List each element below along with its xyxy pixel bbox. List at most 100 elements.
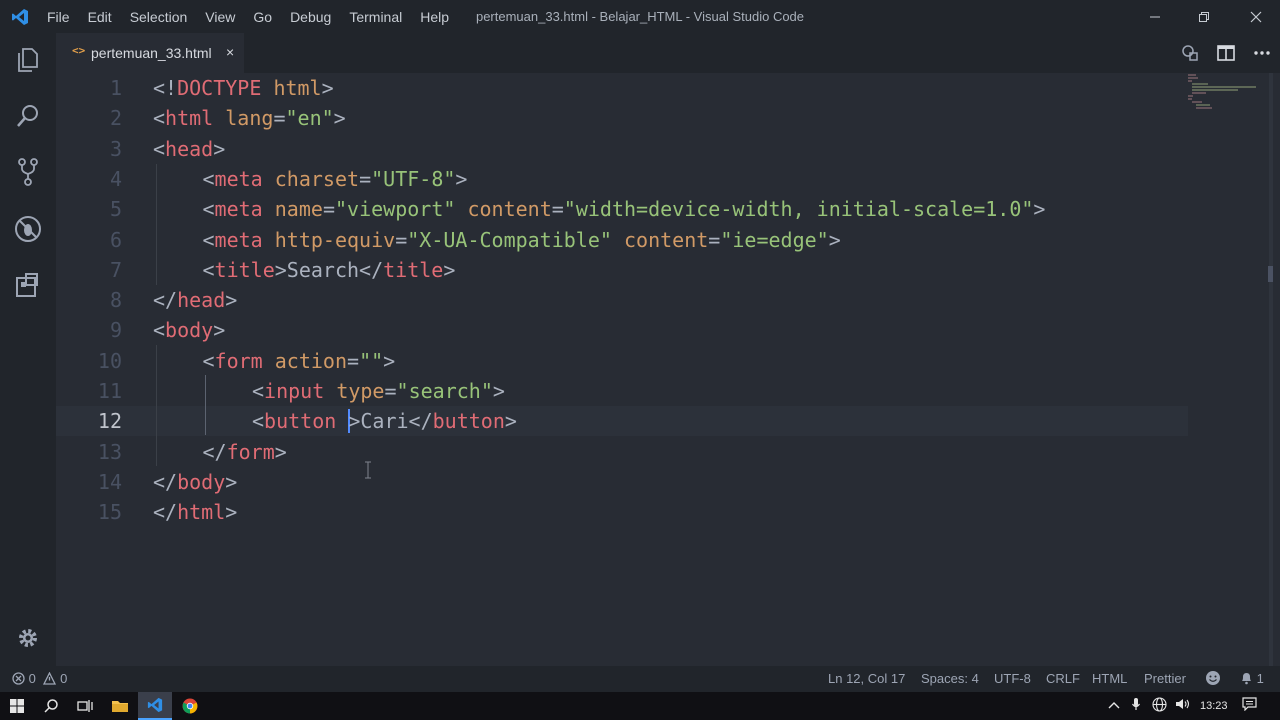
search-view-button[interactable] xyxy=(13,101,43,131)
attribute-name: name xyxy=(274,197,323,221)
punctuation: > xyxy=(213,318,226,342)
attribute-name: http-equiv xyxy=(274,228,396,252)
punctuation: > xyxy=(213,137,226,161)
more-actions-button[interactable] xyxy=(1244,33,1280,73)
restore-button[interactable] xyxy=(1181,0,1227,33)
code-editor[interactable]: 1 <!DOCTYPE html> 2 <html lang="en"> 3 <head>… xyxy=(56,73,1280,666)
code-line[interactable]: 5 <meta name="viewport" content="width=de… xyxy=(56,194,1206,224)
menu-debug[interactable]: Debug xyxy=(281,9,340,25)
code-text: <title>Search</title> xyxy=(203,255,456,285)
punctuation: > xyxy=(274,440,287,464)
extensions-button[interactable] xyxy=(13,270,43,300)
code-text: </html> xyxy=(153,497,237,527)
notification-count: 1 xyxy=(1256,671,1264,686)
tab-pertemuan-33[interactable]: <> pertemuan_33.html × xyxy=(56,33,244,73)
windows-taskbar: 13:23 xyxy=(0,692,1280,720)
problems-indicator[interactable]: 0 0 xyxy=(12,666,67,692)
source-control-button[interactable] xyxy=(13,157,43,187)
punctuation: < xyxy=(252,379,265,403)
clock[interactable]: 13:23 xyxy=(1200,692,1228,720)
tag-name: form xyxy=(226,440,275,464)
code-line[interactable]: 8 </head> xyxy=(56,285,1206,315)
tag-name: html xyxy=(165,106,214,130)
line-number: 10 xyxy=(97,349,122,373)
punctuation: = xyxy=(347,349,360,373)
tag-name: button xyxy=(264,409,337,433)
extensions-icon xyxy=(16,273,38,297)
indentation[interactable]: Spaces: 4 xyxy=(921,666,979,692)
minimap[interactable] xyxy=(1186,73,1266,113)
search-icon xyxy=(44,699,58,713)
debug-button[interactable] xyxy=(13,214,43,244)
tray-overflow-icon[interactable] xyxy=(1108,692,1120,720)
menu-edit[interactable]: Edit xyxy=(79,9,121,25)
vertical-scrollbar[interactable] xyxy=(1269,73,1273,666)
menu-terminal[interactable]: Terminal xyxy=(340,9,411,25)
folder-icon xyxy=(112,701,128,712)
minimize-icon xyxy=(1150,16,1160,17)
tag-name: button xyxy=(432,409,505,433)
line-ending[interactable]: CRLF xyxy=(1046,666,1080,692)
code-line[interactable]: 10 <form action=""> xyxy=(56,346,1206,376)
punctuation xyxy=(324,379,336,403)
cursor-position[interactable]: Ln 12, Col 17 xyxy=(828,666,905,692)
punctuation: > xyxy=(225,288,238,312)
notifications-button[interactable]: 1 xyxy=(1240,666,1264,692)
explorer-button[interactable] xyxy=(13,45,43,75)
chrome-taskbar-button[interactable] xyxy=(173,692,207,720)
code-text: <form action=""> xyxy=(203,346,396,376)
task-view-button[interactable] xyxy=(68,692,102,720)
formatter[interactable]: Prettier xyxy=(1144,666,1186,692)
code-line[interactable]: 15 </html> xyxy=(56,497,1206,527)
tag-name: meta xyxy=(214,197,263,221)
attribute-value: "X-UA-Compatible" xyxy=(407,228,612,252)
taskbar-search-button[interactable] xyxy=(34,692,68,720)
code-line[interactable]: 9 <body> xyxy=(56,315,1206,345)
vscode-taskbar-button[interactable] xyxy=(138,692,172,720)
code-line[interactable]: 4 <meta charset="UTF-8"> xyxy=(56,164,1206,194)
punctuation xyxy=(336,409,348,433)
tab-close-button[interactable]: × xyxy=(226,44,234,60)
indent-guide xyxy=(156,345,157,466)
gear-icon xyxy=(19,629,37,647)
punctuation: < xyxy=(202,349,215,373)
tag-name: body xyxy=(177,470,226,494)
start-button[interactable] xyxy=(0,692,34,720)
minimize-button[interactable] xyxy=(1132,0,1178,33)
split-editor-button[interactable] xyxy=(1208,33,1244,73)
code-line[interactable]: 13 </form> xyxy=(56,437,1206,467)
tag-name: title xyxy=(383,258,444,282)
language-mode[interactable]: HTML xyxy=(1092,666,1127,692)
code-line[interactable]: 3 <head> xyxy=(56,134,1206,164)
encoding[interactable]: UTF-8 xyxy=(994,666,1031,692)
settings-button[interactable] xyxy=(13,623,43,653)
smiley-icon xyxy=(1206,671,1220,685)
mic-icon[interactable] xyxy=(1131,692,1141,720)
code-line[interactable]: 6 <meta http-equiv="X-UA-Compatible" cont… xyxy=(56,225,1206,255)
volume-icon[interactable] xyxy=(1175,692,1190,720)
code-line[interactable]: 2 <html lang="en"> xyxy=(56,103,1206,133)
open-changes-button[interactable] xyxy=(1172,33,1208,73)
code-line[interactable]: 14 </body> xyxy=(56,467,1206,497)
editor-actions xyxy=(1172,33,1280,73)
menu-view[interactable]: View xyxy=(196,9,244,25)
code-line[interactable]: 11 <input type="search"> xyxy=(56,376,1206,406)
menu-help[interactable]: Help xyxy=(411,9,458,25)
attribute-name: charset xyxy=(274,167,360,191)
code-line[interactable]: 7 <title>Search</title> xyxy=(56,255,1206,285)
network-icon[interactable] xyxy=(1152,692,1167,720)
code-line[interactable]: 1 <!DOCTYPE html> xyxy=(56,73,1206,103)
file-explorer-taskbar-button[interactable] xyxy=(103,692,137,720)
action-center-icon[interactable] xyxy=(1242,692,1257,720)
code-line[interactable]: 12 <button >Cari</button> xyxy=(56,406,1188,436)
feedback-button[interactable] xyxy=(1205,666,1221,692)
scrollbar-thumb[interactable] xyxy=(1268,266,1273,282)
punctuation: < xyxy=(202,228,215,252)
close-window-button[interactable] xyxy=(1233,0,1279,33)
open-changes-icon xyxy=(1182,45,1198,61)
menu-file[interactable]: File xyxy=(38,9,79,25)
menu-go[interactable]: Go xyxy=(244,9,281,25)
punctuation: > xyxy=(1033,197,1046,221)
menu-selection[interactable]: Selection xyxy=(121,9,197,25)
punctuation: </ xyxy=(153,470,178,494)
